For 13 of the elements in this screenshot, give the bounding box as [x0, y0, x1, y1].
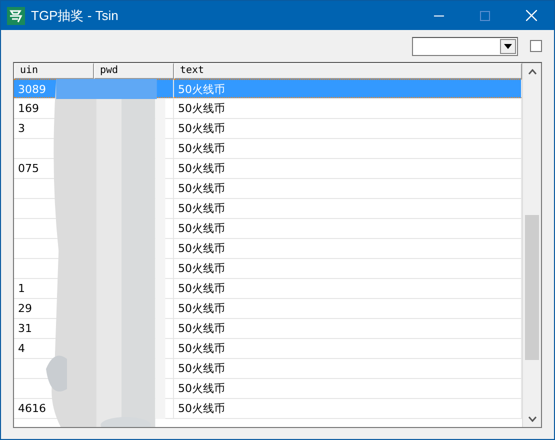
column-header[interactable]: text	[174, 63, 522, 79]
scrollbar[interactable]	[522, 63, 541, 427]
maximize-icon	[480, 10, 490, 20]
dropdown-arrow-button[interactable]	[500, 38, 516, 54]
caret-icon	[504, 44, 512, 48]
close-icon	[526, 10, 536, 21]
dropdown-field[interactable]	[412, 36, 518, 56]
column-header[interactable]: uin	[14, 63, 94, 79]
window-title: TGP抽奖 - Tsin	[31, 6, 120, 24]
scroll-thumb[interactable]	[525, 215, 539, 360]
checkbox[interactable]	[530, 40, 542, 52]
app-logo-icon	[7, 6, 25, 24]
column-header[interactable]: pwd	[94, 63, 174, 79]
